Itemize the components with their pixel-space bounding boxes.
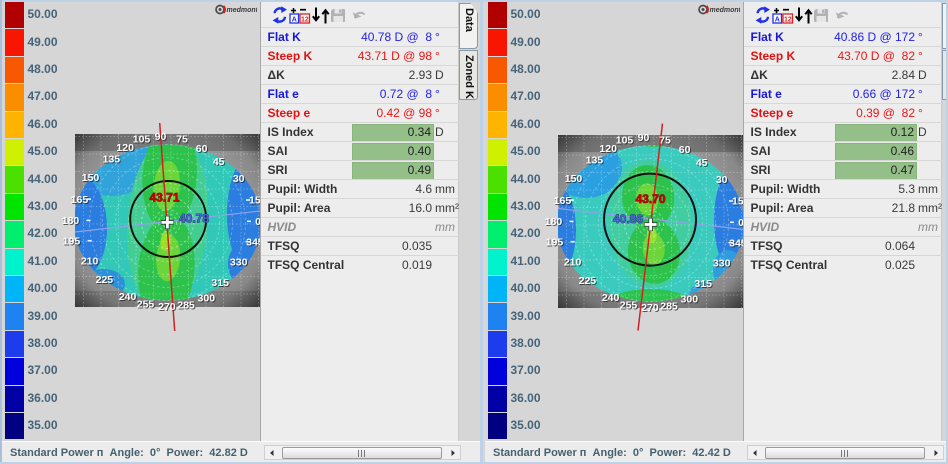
svg-text:195: 195 [63, 235, 81, 247]
svg-text:225: 225 [96, 274, 114, 286]
svg-text:165: 165 [553, 194, 571, 206]
svg-text:12: 12 [784, 16, 792, 23]
svg-text:A: A [292, 16, 297, 23]
svg-text:75: 75 [659, 134, 671, 146]
svg-text:285: 285 [660, 300, 678, 312]
svg-text:270: 270 [641, 301, 659, 313]
svg-text:15: 15 [732, 195, 744, 207]
svg-text:40.78: 40.78 [179, 212, 209, 226]
svg-text:240: 240 [119, 291, 137, 303]
svg-text:30: 30 [233, 173, 245, 185]
svg-text:60: 60 [196, 143, 208, 155]
svg-text:270: 270 [158, 301, 176, 313]
svg-text:medmont: medmont [227, 7, 258, 14]
svg-text:195: 195 [545, 236, 563, 248]
svg-text:150: 150 [82, 172, 100, 184]
svg-text:120: 120 [116, 142, 134, 154]
svg-text:255: 255 [137, 298, 155, 310]
svg-text:45: 45 [213, 156, 225, 168]
svg-text:90: 90 [637, 131, 649, 143]
svg-text:43.71: 43.71 [149, 191, 179, 205]
svg-text:120: 120 [599, 142, 617, 154]
svg-text:300: 300 [198, 292, 216, 304]
svg-text:75: 75 [176, 134, 188, 146]
svg-text:330: 330 [712, 257, 730, 269]
svg-text:240: 240 [601, 292, 619, 304]
svg-text:285: 285 [177, 299, 195, 311]
svg-text:330: 330 [230, 256, 248, 268]
svg-text:135: 135 [585, 154, 603, 166]
svg-text:300: 300 [680, 293, 698, 305]
svg-text:225: 225 [578, 274, 596, 286]
svg-text:135: 135 [103, 154, 121, 166]
svg-text:150: 150 [564, 173, 582, 185]
svg-text:315: 315 [694, 278, 712, 290]
svg-text:A: A [775, 16, 780, 23]
svg-text:315: 315 [211, 277, 229, 289]
svg-text:medmont: medmont [710, 7, 741, 14]
svg-text:40.86: 40.86 [612, 212, 642, 226]
svg-text:105: 105 [133, 134, 151, 146]
svg-text:180: 180 [62, 215, 80, 227]
svg-text:210: 210 [81, 255, 99, 267]
svg-text:180: 180 [544, 216, 562, 228]
svg-text:105: 105 [615, 134, 633, 146]
svg-text:12: 12 [301, 16, 309, 23]
svg-text:43.70: 43.70 [635, 192, 665, 206]
svg-text:255: 255 [619, 299, 637, 311]
svg-text:30: 30 [715, 174, 727, 186]
svg-text:165: 165 [71, 194, 89, 206]
svg-text:60: 60 [678, 143, 690, 155]
svg-text:45: 45 [695, 156, 707, 168]
svg-text:210: 210 [563, 256, 581, 268]
svg-text:90: 90 [155, 131, 167, 143]
